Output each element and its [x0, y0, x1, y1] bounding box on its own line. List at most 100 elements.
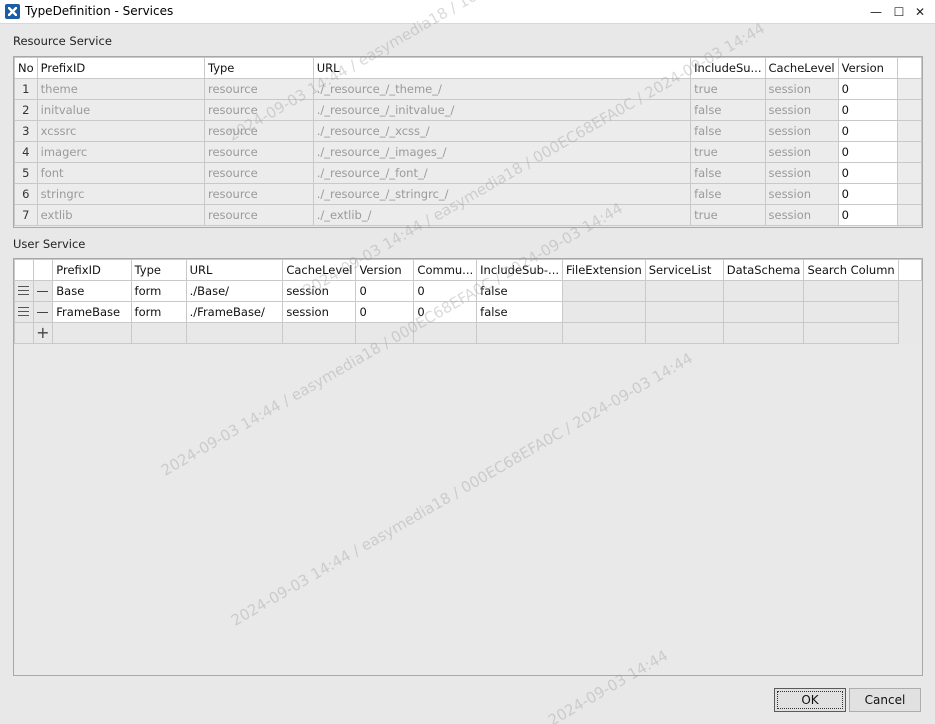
resource-cell: session	[764, 204, 839, 226]
resource-cell[interactable]: 0	[837, 99, 899, 121]
resource-cell: ./_resource_/_xcss_/	[312, 120, 692, 142]
resource-cell: resource	[203, 141, 314, 163]
resource-cell[interactable]: 0	[837, 162, 899, 184]
user-cell[interactable]	[722, 280, 805, 302]
resource-cell: font	[36, 162, 205, 184]
user-column-header[interactable]: Search Column	[803, 259, 899, 281]
drag-handle-icon[interactable]	[14, 280, 34, 302]
resource-cell: ./_resource_/_font_/	[312, 162, 692, 184]
user-column-header[interactable]: CacheLevel	[282, 259, 357, 281]
user-cell[interactable]	[562, 280, 646, 302]
add-row[interactable]: +	[14, 322, 922, 344]
resource-service-grid[interactable]: No PrefixID Type URL IncludeSu... CacheLevel V…	[13, 56, 923, 228]
user-cell[interactable]	[803, 280, 899, 302]
resource-column-header[interactable]: CacheLevel	[764, 57, 839, 79]
resource-cell: ./_extlib_/	[312, 204, 692, 226]
resource-cell: session	[764, 78, 839, 100]
drag-handle-icon[interactable]	[14, 301, 34, 323]
table-row[interactable]: Base form ./Base/session 0 0 false	[14, 280, 922, 302]
user-cell[interactable]	[803, 301, 899, 323]
user-cell[interactable]: ./FrameBase/	[185, 301, 284, 323]
resource-header-filler	[897, 57, 922, 79]
resource-cell: resource	[203, 99, 314, 121]
user-cell[interactable]: 0	[413, 280, 478, 302]
user-cell[interactable]	[562, 301, 646, 323]
add-row-cell	[52, 322, 132, 344]
table-row[interactable]: 4 imagerc resource ./_resource_/_images_/tr…	[14, 141, 922, 163]
user-cell[interactable]: session	[282, 301, 357, 323]
user-column-header[interactable]: Version	[355, 259, 415, 281]
remove-row-button[interactable]	[32, 301, 54, 323]
resource-cell: false	[690, 183, 766, 205]
add-row-spacer	[14, 322, 34, 344]
cancel-button[interactable]: Cancel	[849, 688, 921, 712]
user-action-header	[32, 259, 54, 281]
user-cell[interactable]: 0	[355, 280, 415, 302]
user-column-header[interactable]: PrefixID	[52, 259, 132, 281]
resource-cell: stringrc	[36, 183, 205, 205]
close-button[interactable]: ✕	[910, 3, 930, 21]
resource-column-header[interactable]: PrefixID	[36, 57, 205, 79]
user-cell[interactable]: Base	[52, 280, 132, 302]
resource-cell: session	[764, 99, 839, 121]
maximize-button[interactable]: ☐	[889, 3, 909, 21]
add-row-cell	[130, 322, 187, 344]
user-service-grid[interactable]: PrefixID Type URL CacheLevel Version Commu...…	[13, 258, 923, 676]
user-column-header[interactable]: Commu...	[413, 259, 478, 281]
remove-row-button[interactable]	[32, 280, 54, 302]
add-row-button[interactable]: +	[32, 322, 54, 344]
table-row[interactable]: 1 theme resource ./_resource_/_theme_/true s…	[14, 78, 922, 100]
user-cell[interactable]	[722, 301, 805, 323]
resource-cell[interactable]: 0	[837, 183, 899, 205]
resource-cell: true	[690, 204, 766, 226]
resource-cell: ./_resource_/_initvalue_/	[312, 99, 692, 121]
user-column-header[interactable]: DataSchema	[722, 259, 805, 281]
user-column-header[interactable]: URL	[185, 259, 284, 281]
table-row[interactable]: FrameBase form ./FrameBase/session 0 0 false	[14, 301, 922, 323]
user-cell[interactable]: form	[130, 280, 187, 302]
user-cell[interactable]: session	[282, 280, 357, 302]
user-cell[interactable]: FrameBase	[52, 301, 132, 323]
user-column-header[interactable]: FileExtension	[562, 259, 646, 281]
resource-column-header[interactable]: No	[14, 57, 38, 79]
user-cell[interactable]: false	[476, 301, 564, 323]
table-row[interactable]: 7 extlib resource ./_extlib_/true session 0	[14, 204, 922, 226]
resource-row-filler	[897, 204, 922, 226]
resource-column-header[interactable]: URL	[312, 57, 692, 79]
table-row[interactable]: 6 stringrc resource ./_resource_/_stringrc_…	[14, 183, 922, 205]
table-row[interactable]: 2 initvalue resource ./_resource_/_initvalu…	[14, 99, 922, 121]
resource-row-filler	[897, 162, 922, 184]
user-cell[interactable]: form	[130, 301, 187, 323]
user-row-filler	[898, 301, 922, 323]
resource-column-header[interactable]: Version	[837, 57, 899, 79]
user-column-header[interactable]: IncludeSub-...	[476, 259, 564, 281]
resource-column-header[interactable]: Type	[203, 57, 314, 79]
resource-service-label: Resource Service	[13, 34, 112, 48]
user-cell[interactable]: 0	[413, 301, 478, 323]
resource-cell[interactable]: 0	[837, 141, 899, 163]
user-column-header[interactable]: Type	[130, 259, 187, 281]
ok-button[interactable]: OK	[774, 688, 846, 712]
resource-cell: 5	[14, 162, 38, 184]
user-cell[interactable]	[644, 301, 724, 323]
user-cell[interactable]: false	[476, 280, 564, 302]
resource-row-filler	[897, 141, 922, 163]
add-row-cell	[282, 322, 357, 344]
resource-cell[interactable]: 0	[837, 120, 899, 142]
add-row-cell	[562, 322, 646, 344]
table-row[interactable]: 5 font resource ./_resource_/_font_/false se…	[14, 162, 922, 184]
minimize-button[interactable]: —	[866, 3, 886, 21]
user-cell[interactable]: 0	[355, 301, 415, 323]
resource-cell[interactable]: 0	[837, 204, 899, 226]
user-cell[interactable]	[644, 280, 724, 302]
resource-cell[interactable]: 0	[837, 78, 899, 100]
resource-cell: false	[690, 162, 766, 184]
user-cell[interactable]: ./Base/	[185, 280, 284, 302]
resource-column-header[interactable]: IncludeSu...	[690, 57, 766, 79]
user-column-header[interactable]: ServiceList	[644, 259, 724, 281]
table-row[interactable]: 3 xcssrc resource ./_resource_/_xcss_/false…	[14, 120, 922, 142]
resource-row-filler	[897, 120, 922, 142]
resource-cell: 4	[14, 141, 38, 163]
resource-cell: resource	[203, 78, 314, 100]
resource-cell: resource	[203, 120, 314, 142]
